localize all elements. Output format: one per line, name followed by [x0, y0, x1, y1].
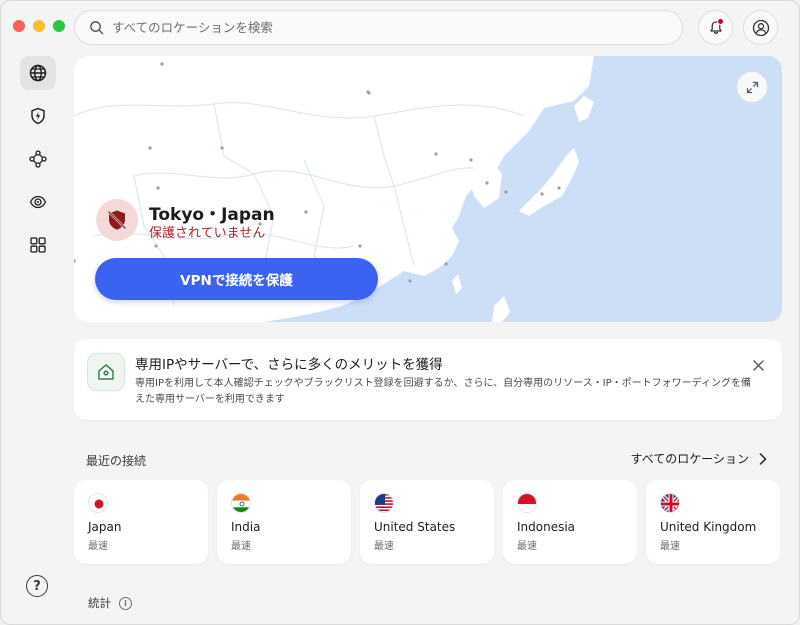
house-pin-icon [98, 364, 114, 380]
expand-arrows-icon [746, 81, 758, 93]
help-button[interactable]: ? [26, 575, 48, 597]
recent-location-name: Indonesia [517, 520, 576, 534]
recent-location-subtitle: 最速 [88, 541, 108, 552]
recent-location-subtitle: 最速 [231, 541, 251, 552]
recent-location-name: Japan [88, 520, 122, 534]
recent-location-card[interactable]: United Kingdom 最速 [646, 480, 780, 564]
promo-title: 専用IPやサーバーで、さらに多くのメリットを獲得 [135, 357, 443, 373]
recent-location-name: United States [374, 520, 456, 534]
recent-location-card[interactable]: Indonesia 最速 [503, 480, 637, 564]
us-flag-icon [374, 493, 394, 513]
sidebar-item-protection[interactable] [20, 99, 56, 133]
recent-location-name: United Kingdom [660, 520, 757, 534]
recent-location-name: India [231, 520, 261, 534]
search-bar[interactable] [74, 10, 683, 45]
indonesia-flag-icon [517, 493, 537, 513]
recent-location-subtitle: 最速 [517, 541, 537, 552]
close-icon [752, 359, 764, 371]
chevron-right-icon [759, 452, 767, 465]
sidebar [20, 56, 56, 271]
zoom-window-button[interactable] [53, 20, 65, 32]
globe-icon [29, 64, 47, 82]
all-locations-link[interactable]: すべてのロケーション [631, 450, 767, 467]
network-nodes-icon [29, 150, 47, 168]
shield-bolt-icon [31, 107, 45, 125]
connection-status: 保護されていません [149, 226, 266, 241]
account-button[interactable] [743, 10, 778, 45]
dedicated-ip-promo[interactable]: 専用IPやサーバーで、さらに多くのメリットを獲得 専用IPを利用して本人確認チェ… [74, 339, 782, 420]
sidebar-item-threat-protection[interactable] [20, 185, 56, 219]
recent-location-card[interactable]: India 最速 [217, 480, 351, 564]
notification-badge [717, 18, 724, 25]
help-icon: ? [33, 578, 41, 594]
search-input[interactable] [112, 20, 652, 35]
eye-target-icon [29, 195, 47, 209]
promo-close-button[interactable] [750, 357, 766, 373]
sidebar-item-meshnet[interactable] [20, 142, 56, 176]
notifications-button[interactable] [698, 10, 733, 45]
promo-icon-box [87, 353, 125, 391]
close-window-button[interactable] [13, 20, 25, 32]
all-locations-label: すべてのロケーション [630, 452, 749, 466]
recent-location-subtitle: 最速 [374, 541, 394, 552]
info-icon[interactable]: i [119, 596, 132, 610]
recent-location-subtitle: 最速 [660, 541, 680, 552]
user-circle-icon [752, 19, 769, 36]
shield-off-icon [107, 210, 127, 230]
stats-title: 統計 [88, 596, 111, 610]
unprotected-status-indicator [96, 199, 138, 241]
app-window: ? [0, 0, 800, 625]
connect-button[interactable]: VPNで接続を保護 [95, 258, 378, 300]
window-controls [13, 20, 65, 32]
india-flag-icon [231, 493, 251, 513]
promo-description: 専用IPを利用して本人確認チェックやブラックリスト登録を回避するか、さらに、自分… [135, 378, 751, 405]
sidebar-item-locations[interactable] [20, 56, 56, 90]
search-icon [90, 21, 104, 35]
expand-map-button[interactable] [736, 71, 768, 103]
map-panel[interactable]: Tokyo・Japan 保護されていません VPNで接続を保護 [74, 56, 782, 322]
recent-location-card[interactable]: Japan 最速 [74, 480, 208, 564]
minimize-window-button[interactable] [33, 20, 45, 32]
grid-apps-icon [30, 237, 46, 253]
sidebar-item-apps[interactable] [20, 228, 56, 262]
uk-flag-icon [660, 493, 680, 513]
stats-section-header: 統計 i [88, 595, 132, 611]
recent-connections-title: 最近の接続 [86, 454, 147, 468]
recent-connections-list: Japan 最速 India 最速 United States 最速 Indon… [74, 480, 782, 564]
recent-location-card[interactable]: United States 最速 [360, 480, 494, 564]
japan-flag-icon [88, 493, 108, 513]
